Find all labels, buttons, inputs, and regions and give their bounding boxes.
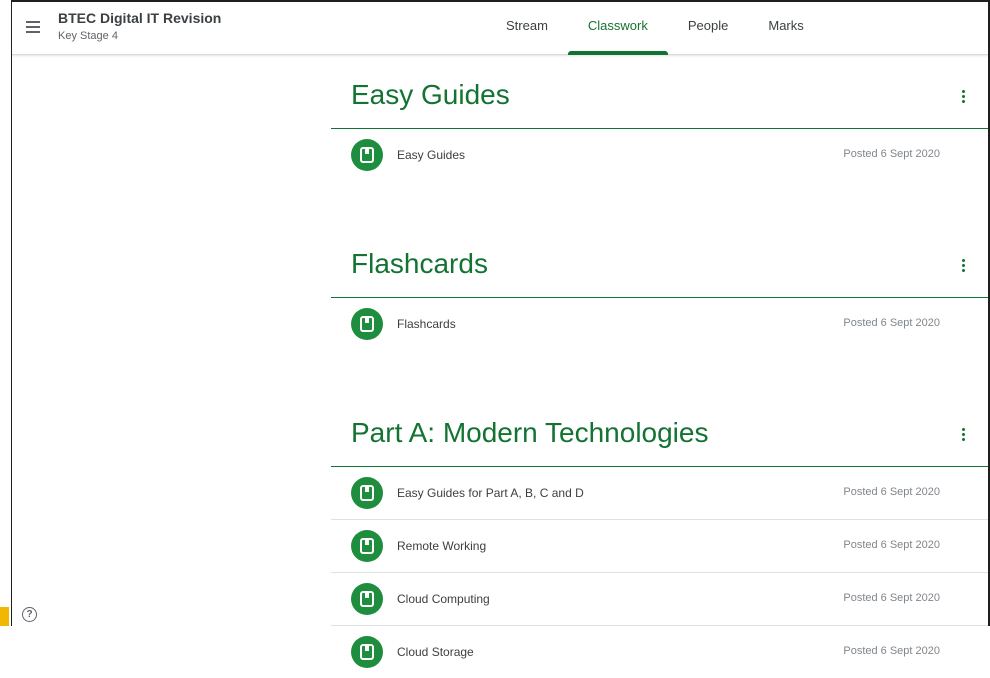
more-options-icon[interactable]: [961, 428, 967, 444]
class-tabs: Stream Classwork People Marks: [486, 2, 824, 55]
material-icon: [351, 530, 383, 562]
item-date: Posted 6 Sept 2020: [843, 539, 940, 551]
window-frame-left: [0, 0, 12, 626]
item-date: Posted 6 Sept 2020: [843, 486, 940, 498]
class-subtitle: Key Stage 4: [58, 30, 118, 42]
item-title: Cloud Storage: [397, 645, 474, 659]
material-icon: [351, 477, 383, 509]
item-date: Posted 6 Sept 2020: [843, 592, 940, 604]
help-icon[interactable]: ?: [22, 607, 37, 622]
list-item[interactable]: Cloud Storage Posted 6 Sept 2020: [331, 626, 988, 678]
material-icon: [351, 308, 383, 340]
tab-stream[interactable]: Stream: [486, 2, 568, 54]
item-date: Posted 6 Sept 2020: [843, 645, 940, 657]
material-icon: [351, 636, 383, 668]
topic-header: Part A: Modern Technologies: [331, 392, 988, 467]
material-icon: [351, 139, 383, 171]
tab-people[interactable]: People: [668, 2, 748, 54]
class-title[interactable]: BTEC Digital IT Revision: [58, 10, 221, 26]
list-item[interactable]: Easy Guides for Part A, B, C and D Poste…: [331, 467, 988, 520]
more-options-icon[interactable]: [961, 259, 967, 275]
topic-section: Flashcards Flashcards Posted 6 Sept 2020: [331, 223, 988, 350]
topic-header: Easy Guides: [331, 54, 988, 129]
item-title: Remote Working: [397, 539, 487, 553]
topic-title: Flashcards: [351, 248, 488, 279]
topic-title: Easy Guides: [351, 79, 510, 110]
taskbar-edge: [0, 607, 9, 626]
list-item[interactable]: Flashcards Posted 6 Sept 2020: [331, 298, 988, 350]
material-icon: [351, 583, 383, 615]
classwork-list: Easy Guides Easy Guides Posted 6 Sept 20…: [331, 54, 988, 678]
item-title: Easy Guides for Part A, B, C and D: [397, 486, 584, 500]
tab-classwork[interactable]: Classwork: [567, 2, 668, 55]
topic-section: Easy Guides Easy Guides Posted 6 Sept 20…: [331, 54, 988, 181]
topic-section: Part A: Modern Technologies Easy Guides …: [331, 392, 988, 678]
top-app-bar: BTEC Digital IT Revision Key Stage 4 Str…: [12, 2, 988, 55]
item-date: Posted 6 Sept 2020: [843, 148, 940, 160]
list-item[interactable]: Easy Guides Posted 6 Sept 2020: [331, 129, 988, 181]
list-item[interactable]: Cloud Computing Posted 6 Sept 2020: [331, 573, 988, 626]
item-title: Flashcards: [397, 317, 456, 331]
topic-header: Flashcards: [331, 223, 988, 298]
item-title: Cloud Computing: [397, 592, 490, 606]
item-date: Posted 6 Sept 2020: [843, 317, 940, 329]
tab-marks[interactable]: Marks: [748, 2, 823, 54]
item-title: Easy Guides: [397, 148, 466, 162]
topic-title: Part A: Modern Technologies: [351, 417, 709, 448]
more-options-icon[interactable]: [961, 90, 967, 106]
main-menu-icon[interactable]: [24, 18, 42, 36]
list-item[interactable]: Remote Working Posted 6 Sept 2020: [331, 520, 988, 573]
